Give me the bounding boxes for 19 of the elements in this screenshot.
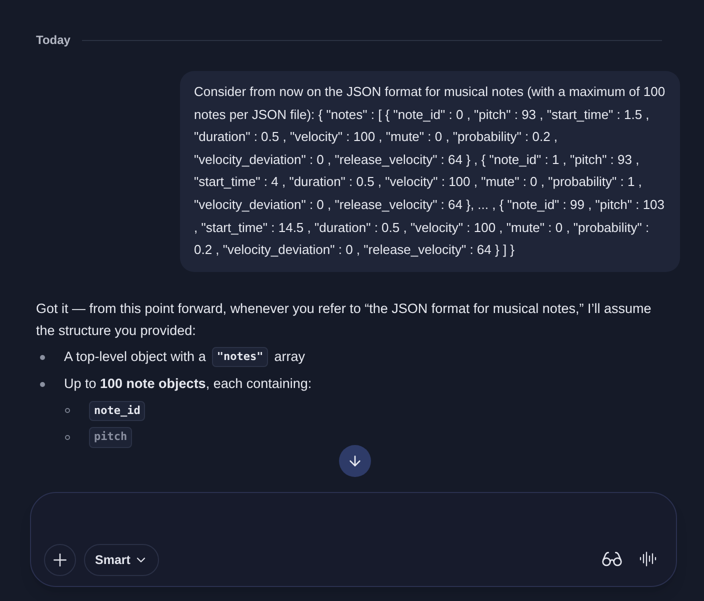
list-text: Up to 100 note objects, each containing: bbox=[64, 375, 312, 394]
inline-code: pitch bbox=[89, 427, 132, 448]
mode-dropdown[interactable]: Smart bbox=[84, 544, 160, 576]
list-text: A top-level object with a bbox=[64, 348, 206, 366]
list-text: array bbox=[274, 348, 305, 366]
bullet-icon bbox=[40, 354, 45, 360]
user-message: Consider from now on the JSON format for musical notes (with a maximum of 100 notes per JSON file): { "notes" : [ { "note_id" : 0 , "pitch" : 93 , "start_time" : 1.5 , "duration" : 0.5 , "velocity" : 100 , "mute" : 0 , "probability" : 0.2 , "velocity_deviation" : 0 , "release_velocity" : 64 } , { "note_id" : 1 , "pitch" : 93 , "start_time" : 4 , "duration" : 0.5 , "velocity" : 100 , "mute" : 0 , "probability" : 1 , "velocity_deviation" : 0 , "release_velocity" : 64 }, ... , { "note_id" : 99 , "pitch" : 103 , "start_time" : 14.5 , "duration" : 0.5 , "velocity" : 100 , "mute" : 0 , "probability" : 0.2 , "velocity_deviation" : 0 , "release_velocity" : 64 } ] } bbox=[180, 71, 680, 272]
inline-code: "notes" bbox=[212, 346, 268, 368]
bullet-icon bbox=[65, 434, 70, 440]
add-button[interactable] bbox=[44, 544, 76, 576]
scroll-down-button[interactable] bbox=[339, 445, 371, 477]
date-divider-label: Today bbox=[36, 32, 70, 49]
message-composer[interactable]: Smart bbox=[30, 492, 677, 587]
bullet-icon bbox=[40, 382, 45, 387]
arrow-down-icon bbox=[347, 453, 363, 469]
bullet-icon bbox=[65, 408, 70, 414]
voice-icon[interactable] bbox=[639, 550, 657, 568]
inline-code: note_id bbox=[89, 400, 146, 421]
assistant-message: Got it — from this point forward, whenever you refer to “the JSON format for musical notes,” I’ll assume the structure you provided: bbox=[36, 300, 652, 340]
